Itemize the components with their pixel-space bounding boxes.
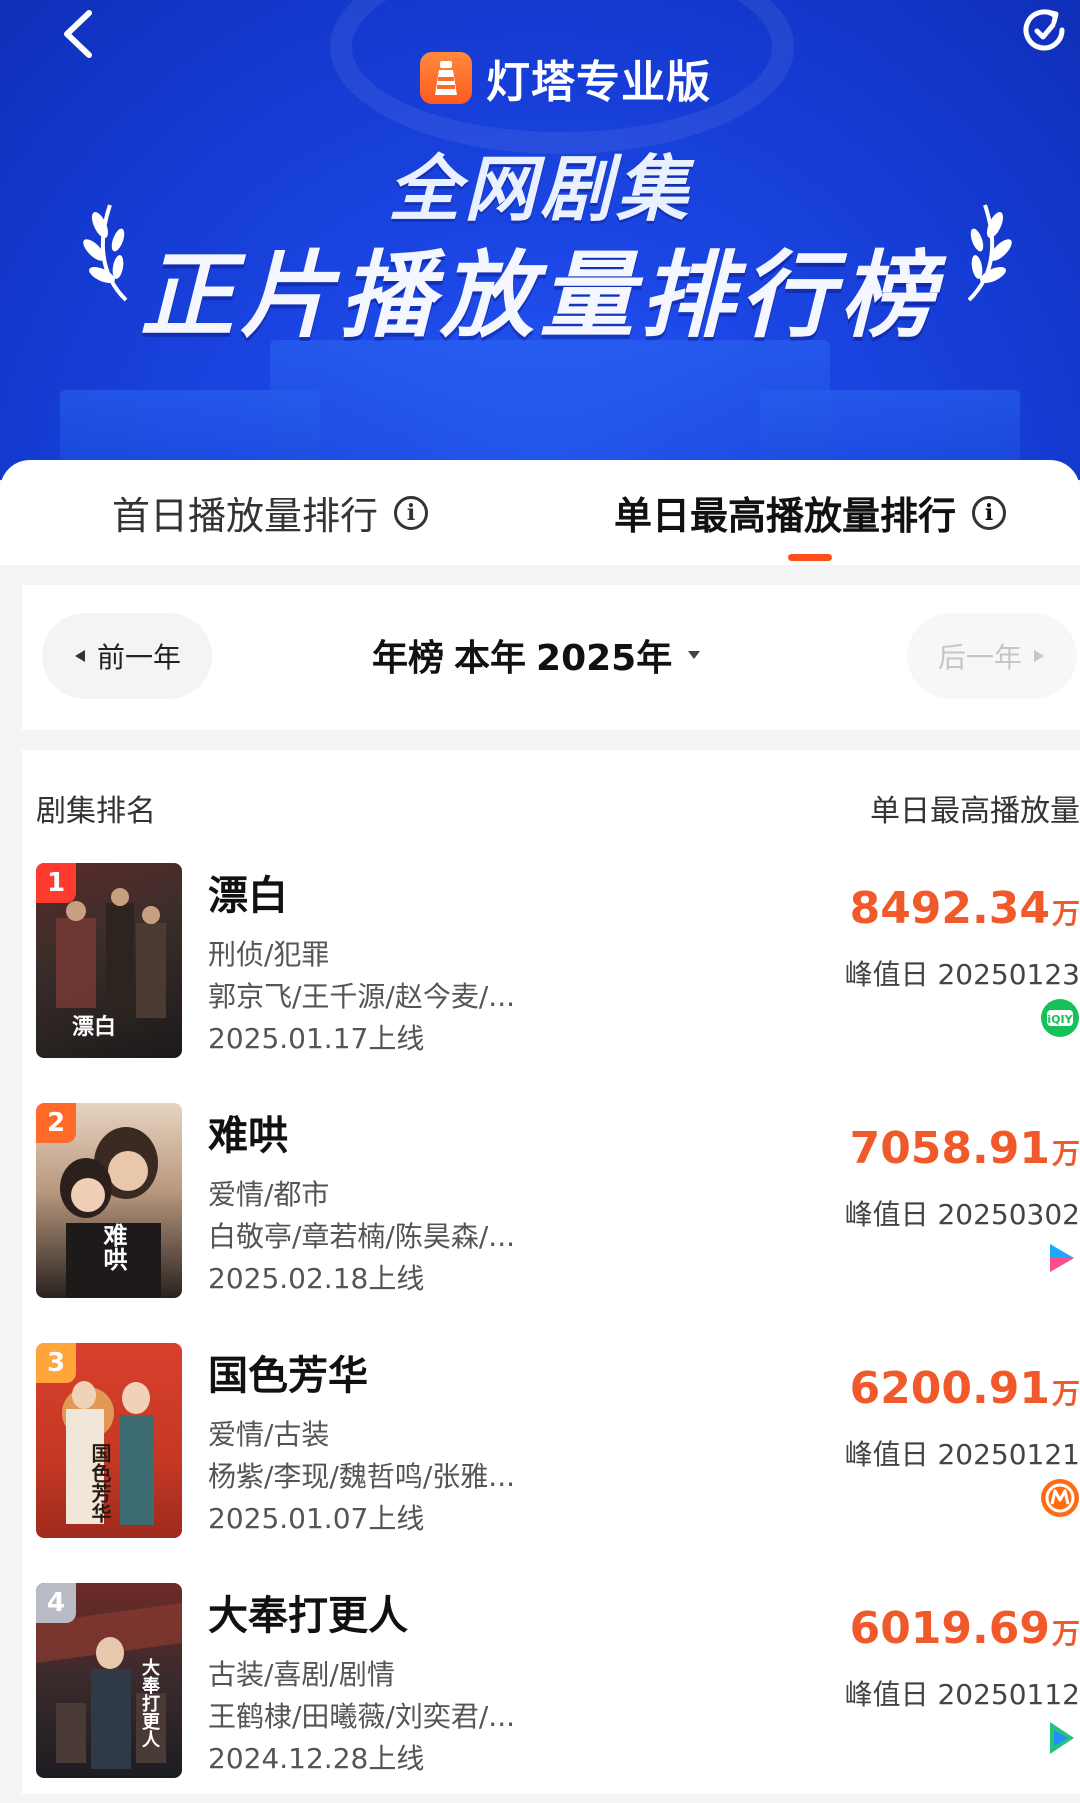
brand-name: 灯塔专业版 [486, 57, 711, 108]
iqiyi-icon: iQIY [1040, 998, 1080, 1038]
info-icon[interactable]: i [394, 495, 428, 530]
rank-badge: 2 [36, 1103, 76, 1143]
refresh-icon [1023, 9, 1065, 51]
peak-play-count: 6200.91 万 [850, 1363, 1080, 1414]
poster-title: 大奉打更人 [139, 1658, 160, 1748]
poster-title: 国色芳华 [88, 1443, 112, 1523]
poster-image: 难哄 2 [36, 1103, 182, 1298]
peak-play-value: 6019.69 [849, 1603, 1050, 1654]
info-icon[interactable]: i [972, 495, 1006, 530]
next-year-label: 后一年 [937, 641, 1022, 674]
list-item[interactable]: 国色芳华 3 国色芳华 爱情/古装 杨紫/李现/魏哲鸣/张雅... 2025.0… [22, 1343, 1080, 1563]
previous-year-label: 前一年 [96, 641, 181, 674]
drama-genre: 爱情/都市 [208, 1178, 330, 1211]
drama-genre: 爱情/古装 [208, 1418, 330, 1451]
back-button[interactable] [48, 4, 108, 64]
column-header-peak-plays: 单日最高播放量 [870, 794, 1080, 829]
caret-down-icon [688, 651, 701, 659]
svg-text:iQIY: iQIY [1047, 1013, 1073, 1026]
drama-cast: 白敬亭/章若楠/陈昊森/... [208, 1220, 516, 1253]
board-type: 年榜 [372, 638, 445, 679]
tencent-video-icon [1040, 1718, 1080, 1758]
year-dropdown[interactable]: 年榜 本年 2025年 [372, 625, 702, 685]
rank-badge: 4 [36, 1583, 76, 1623]
peak-play-count: 7058.91 万 [850, 1123, 1080, 1174]
chevron-left-icon [64, 10, 92, 58]
poster-image: 大奉打更人 4 [36, 1583, 182, 1778]
release-date: 2025.01.07上线 [208, 1502, 425, 1535]
unit: 万 [1051, 1137, 1080, 1170]
year-value: 2025年 [536, 638, 673, 679]
drama-genre: 古装/喜剧/剧情 [208, 1658, 395, 1691]
drama-title: 国色芳华 [208, 1353, 368, 1399]
mgtv-icon [1040, 1478, 1080, 1518]
peak-date: 峰值日 20250112 [844, 1678, 1080, 1711]
unit: 万 [1051, 897, 1080, 930]
poster-image: 国色芳华 3 [36, 1343, 182, 1538]
tab-single-day-peak-plays[interactable]: 单日最高播放量排行 i [540, 460, 1080, 565]
rank-badge: 1 [36, 863, 76, 903]
peak-date: 峰值日 20250123 [844, 958, 1080, 991]
drama-cast: 杨紫/李现/魏哲鸣/张雅... [208, 1460, 516, 1493]
drama-cast: 郭京飞/王千源/赵今麦/... [208, 980, 516, 1013]
list-header: 剧集排名 单日最高播放量 [22, 750, 1080, 860]
peak-play-count: 8492.34 万 [850, 883, 1080, 934]
drama-genre: 刑侦/犯罪 [208, 938, 330, 971]
list-item[interactable]: 漂白 1 漂白 刑侦/犯罪 郭京飞/王千源/赵今麦/... 2025.01.17… [22, 863, 1080, 1083]
banner-title: 正片播放量排行榜 [139, 242, 940, 351]
next-year-button[interactable]: 后一年 [907, 613, 1077, 699]
list-item[interactable]: 难哄 2 难哄 爱情/都市 白敬亭/章若楠/陈昊森/... 2025.02.18… [22, 1103, 1080, 1323]
peak-date: 峰值日 20250302 [844, 1198, 1080, 1231]
poster-image: 漂白 1 [36, 863, 182, 1058]
poster-title: 难哄 [99, 1223, 128, 1271]
poster-title: 漂白 [72, 1014, 117, 1040]
previous-year-button[interactable]: 前一年 [42, 613, 212, 699]
column-header-rank: 剧集排名 [36, 794, 156, 829]
tab-first-day-plays[interactable]: 首日播放量排行 i [0, 460, 540, 565]
podium-decoration [270, 340, 830, 460]
unit: 万 [1051, 1377, 1080, 1410]
release-date: 2024.12.28上线 [208, 1742, 425, 1775]
ranking-tabs: 首日播放量排行 i 单日最高播放量排行 i [0, 460, 1080, 565]
unit: 万 [1051, 1617, 1080, 1650]
active-tab-indicator [788, 554, 832, 561]
peak-play-value: 8492.34 [849, 883, 1050, 934]
peak-date: 峰值日 20250121 [844, 1438, 1080, 1471]
drama-cast: 王鹤棣/田曦薇/刘奕君/... [208, 1700, 516, 1733]
caret-right-icon [1034, 650, 1044, 662]
drama-title: 漂白 [208, 873, 288, 919]
release-date: 2025.01.17上线 [208, 1022, 425, 1055]
ranking-list: 剧集排名 单日最高播放量 漂白 1 漂白 刑侦/犯罪 郭京飞/王千源/赵今麦/.… [22, 750, 1080, 1794]
drama-title: 难哄 [208, 1113, 288, 1159]
peak-play-value: 6200.91 [849, 1363, 1050, 1414]
list-item[interactable]: 大奉打更人 4 大奉打更人 古装/喜剧/剧情 王鹤棣/田曦薇/刘奕君/... 2… [22, 1583, 1080, 1803]
drama-title: 大奉打更人 [208, 1593, 408, 1639]
brand: 灯塔专业版 [420, 50, 711, 108]
rank-badge: 3 [36, 1343, 76, 1383]
caret-left-icon [74, 650, 85, 662]
peak-play-value: 7058.91 [849, 1123, 1050, 1174]
period-label: 本年 [454, 638, 527, 679]
tab-label: 首日播放量排行 [111, 494, 378, 538]
tab-label: 单日最高播放量排行 [613, 494, 956, 538]
year-selector: 前一年 年榜 本年 2025年 后一年 [22, 585, 1080, 730]
youku-icon [1040, 1238, 1080, 1278]
lighthouse-logo-icon [420, 52, 472, 104]
peak-play-count: 6019.69 万 [850, 1603, 1080, 1654]
header-banner: 灯塔专业版 全网剧集 正片播放量排行榜 [0, 0, 1080, 480]
refresh-button[interactable] [1016, 2, 1072, 58]
release-date: 2025.02.18上线 [208, 1262, 425, 1295]
